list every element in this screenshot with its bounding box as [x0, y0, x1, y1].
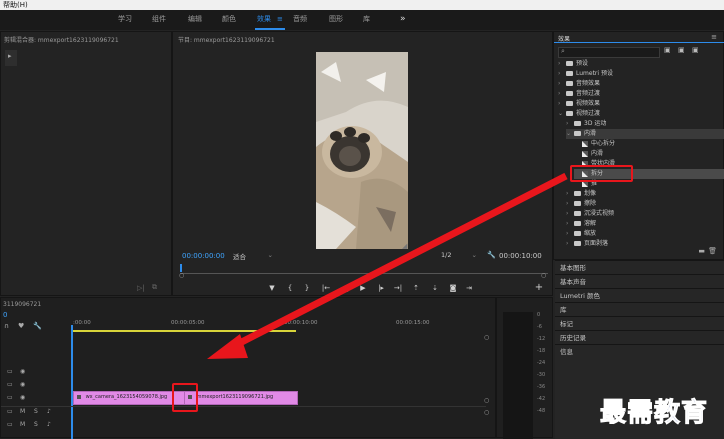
annotation-highlight-effect	[570, 165, 633, 182]
annotation-arrowhead-icon	[207, 334, 248, 359]
annotation-overlay	[207, 172, 568, 359]
annotation-highlight-edit-point	[172, 383, 198, 412]
watermark-logo: 最需教育	[599, 398, 709, 429]
annotation-arrow-line	[228, 172, 568, 352]
